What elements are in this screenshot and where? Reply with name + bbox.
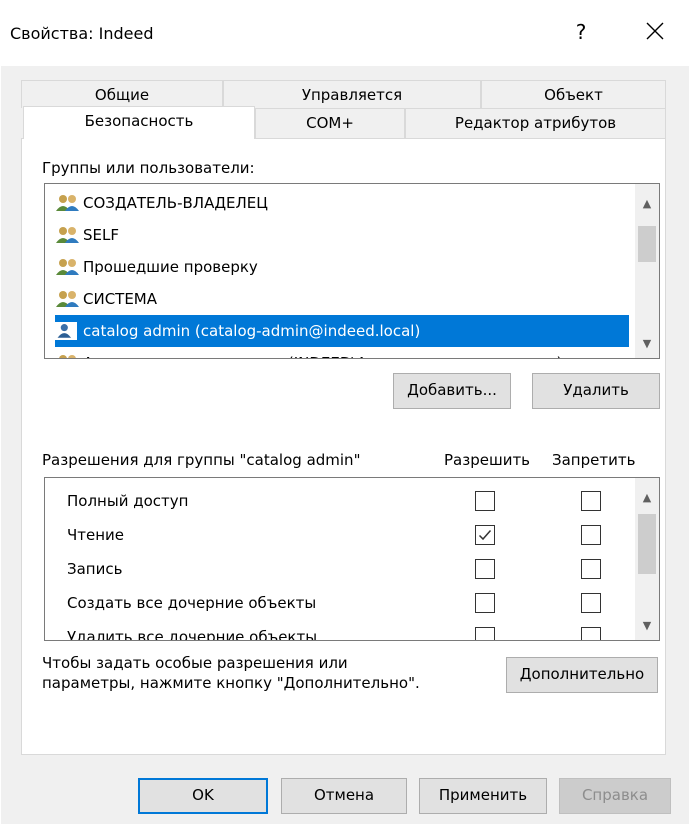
- user-icon: [55, 322, 77, 340]
- window-title: Свойства: Indeed: [10, 24, 154, 43]
- allow-header: Разрешить: [444, 451, 531, 469]
- permission-row: Запись: [67, 560, 123, 578]
- scroll-down-icon[interactable]: ▼: [635, 332, 659, 356]
- deny-checkbox[interactable]: [581, 491, 601, 511]
- permissions-list[interactable]: Полный доступ Чтение Запись Создать все …: [44, 477, 660, 641]
- scroll-thumb[interactable]: [638, 514, 656, 574]
- tab-object[interactable]: Объект: [481, 80, 666, 108]
- advanced-hint-line1: Чтобы задать особые разрешения или: [42, 654, 348, 672]
- groups-list[interactable]: СОЗДАТЕЛЬ-ВЛАДЕЛЕЦ SELF Прошедшие провер…: [44, 183, 660, 359]
- deny-header: Запретить: [552, 451, 636, 469]
- deny-checkbox[interactable]: [581, 593, 601, 613]
- permission-row: Удалить все дочерние объекты: [67, 628, 318, 641]
- tab-com-plus[interactable]: COM+: [255, 108, 405, 138]
- tab-attribute-editor[interactable]: Редактор атрибутов: [405, 108, 666, 138]
- deny-checkbox[interactable]: [581, 627, 601, 640]
- group-icon: [56, 259, 79, 275]
- security-panel: Группы или пользователи: СОЗДАТЕЛЬ-ВЛАДЕ…: [21, 138, 666, 755]
- allow-checkbox[interactable]: [475, 491, 495, 511]
- scroll-thumb[interactable]: [638, 226, 656, 262]
- deny-checkbox[interactable]: [581, 525, 601, 545]
- group-icon: [56, 227, 79, 243]
- permissions-scrollbar[interactable]: ▲ ▼: [635, 478, 659, 640]
- permission-row: Полный доступ: [67, 492, 189, 510]
- close-icon[interactable]: [640, 16, 670, 46]
- ok-button[interactable]: OK: [138, 778, 268, 814]
- help-icon[interactable]: ?: [571, 20, 591, 44]
- tab-managed-by[interactable]: Управляется: [223, 80, 481, 108]
- help-button: Справка: [559, 778, 671, 814]
- add-button[interactable]: Добавить...: [393, 373, 511, 409]
- permission-row: Создать все дочерние объекты: [67, 594, 317, 612]
- group-icon: [59, 355, 76, 358]
- scroll-down-icon[interactable]: ▼: [635, 614, 659, 638]
- deny-checkbox[interactable]: [581, 559, 601, 579]
- check-icon: [478, 530, 492, 541]
- tab-security[interactable]: Безопасность: [23, 106, 255, 139]
- permissions-label: Разрешения для группы "catalog admin": [42, 451, 361, 469]
- remove-button[interactable]: Удалить: [532, 373, 660, 409]
- advanced-hint-line2: параметры, нажмите кнопку "Дополнительно…: [42, 674, 420, 692]
- group-icon: [56, 195, 79, 211]
- allow-checkbox[interactable]: [475, 593, 495, 613]
- scroll-up-icon[interactable]: ▲: [635, 192, 659, 216]
- tab-general[interactable]: Общие: [21, 80, 223, 108]
- allow-checkbox[interactable]: [475, 627, 495, 640]
- cancel-button[interactable]: Отмена: [281, 778, 407, 814]
- advanced-button[interactable]: Дополнительно: [506, 657, 658, 693]
- permission-row: Чтение: [67, 526, 125, 544]
- group-icon: [56, 291, 79, 307]
- title-bar: Свойства: Indeed ?: [0, 0, 690, 66]
- apply-button[interactable]: Применить: [419, 778, 547, 814]
- allow-checkbox[interactable]: [475, 559, 495, 579]
- groups-scrollbar[interactable]: ▲ ▼: [635, 184, 659, 358]
- dialog-body: Общие Управляется Объект Безопасность CO…: [1, 66, 689, 824]
- list-item-selected[interactable]: catalog admin (catalog-admin@indeed.loca…: [55, 315, 629, 347]
- scroll-up-icon[interactable]: ▲: [635, 486, 659, 510]
- groups-label: Группы или пользователи:: [42, 159, 255, 177]
- allow-checkbox[interactable]: [475, 525, 495, 545]
